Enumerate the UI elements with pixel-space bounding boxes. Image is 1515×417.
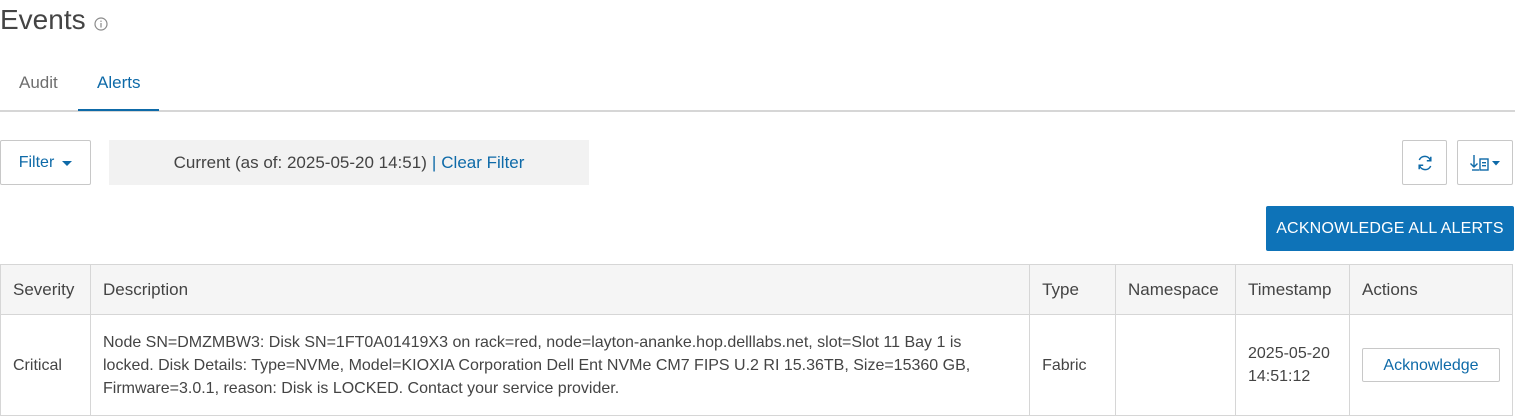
export-button[interactable] bbox=[1457, 140, 1513, 185]
namespace-cell bbox=[1115, 314, 1236, 416]
filter-button[interactable]: Filter bbox=[0, 140, 91, 185]
tab-bar: Audit Alerts bbox=[0, 60, 1515, 112]
page-title: Events bbox=[0, 2, 108, 38]
column-header-timestamp[interactable]: Timestamp bbox=[1235, 264, 1350, 315]
column-header-description[interactable]: Description bbox=[90, 264, 1031, 315]
filter-separator: | bbox=[431, 152, 437, 172]
alerts-table: Severity Description Type Namespace Time… bbox=[0, 264, 1513, 416]
table-header-row: Severity Description Type Namespace Time… bbox=[0, 264, 1513, 315]
type-cell: Fabric bbox=[1029, 314, 1117, 416]
severity-cell: Critical bbox=[0, 314, 91, 416]
caret-down-icon bbox=[62, 161, 73, 166]
page-title-text: Events bbox=[0, 4, 86, 35]
export-icon bbox=[1470, 154, 1500, 171]
tab-alerts[interactable]: Alerts bbox=[78, 60, 160, 111]
refresh-icon bbox=[1417, 155, 1432, 170]
timestamp-date: 2025-05-20 bbox=[1248, 345, 1330, 362]
acknowledge-all-alerts-button[interactable]: ACKNOWLEDGE ALL ALERTS bbox=[1266, 206, 1514, 251]
column-header-severity[interactable]: Severity bbox=[0, 264, 91, 315]
filter-button-label: Filter bbox=[18, 153, 55, 171]
filter-status-bar: Current (as of: 2025-05-20 14:51) | Clea… bbox=[109, 140, 589, 185]
column-header-type[interactable]: Type bbox=[1029, 264, 1117, 315]
description-cell: Node SN=DMZMBW3: Disk SN=1FT0A01419X3 on… bbox=[90, 314, 1031, 416]
timestamp-time: 14:51:12 bbox=[1248, 368, 1311, 385]
table-row: Critical Node SN=DMZMBW3: Disk SN=1FT0A0… bbox=[0, 314, 1513, 416]
column-header-namespace[interactable]: Namespace bbox=[1115, 264, 1236, 315]
tab-audit[interactable]: Audit bbox=[19, 60, 58, 110]
info-circle-icon[interactable] bbox=[94, 6, 108, 38]
filter-status-text: Current (as of: 2025-05-20 14:51) bbox=[173, 152, 427, 172]
timestamp-cell: 2025-05-20 14:51:12 bbox=[1235, 314, 1350, 416]
acknowledge-button[interactable]: Acknowledge bbox=[1362, 348, 1500, 382]
column-header-actions: Actions bbox=[1349, 264, 1513, 315]
actions-cell: Acknowledge bbox=[1350, 315, 1513, 416]
refresh-button[interactable] bbox=[1402, 140, 1447, 185]
clear-filter-link[interactable]: Clear Filter bbox=[441, 153, 524, 173]
